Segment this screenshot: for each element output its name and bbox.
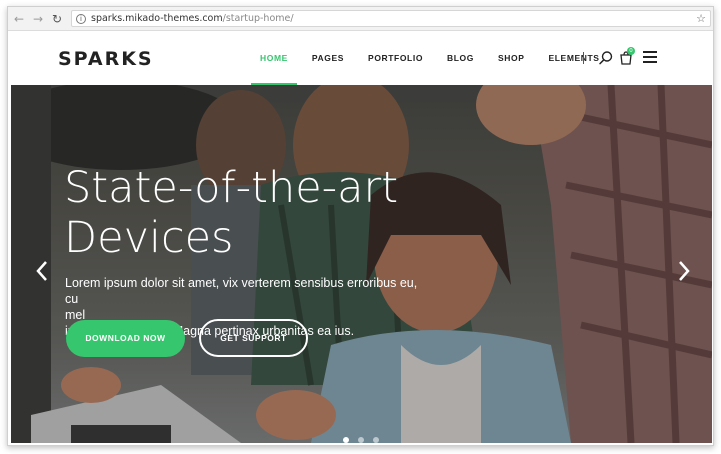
slider-dot-2[interactable] [358, 437, 364, 443]
main-menu: HOME PAGES PORTFOLIO BLOG SHOP ELEMENTS [251, 31, 624, 85]
back-arrow-icon[interactable]: ← [11, 11, 27, 27]
hero-title-line-2: Devices [64, 213, 234, 263]
slider-next-arrow-icon[interactable] [677, 260, 691, 282]
menu-item-home[interactable]: HOME [251, 31, 297, 85]
address-bar[interactable]: i sparks.mikado-themes.com/startup-home/… [71, 10, 711, 27]
bookmark-star-icon[interactable]: ☆ [696, 12, 706, 25]
slider-dot-1[interactable] [343, 437, 349, 443]
browser-toolbar: ← → ↻ i sparks.mikado-themes.com/startup… [8, 7, 713, 31]
url-host: sparks.mikado-themes.com [91, 13, 223, 24]
menu-item-pages[interactable]: PAGES [312, 31, 344, 85]
menu-item-elements[interactable]: ELEMENTS [549, 31, 600, 85]
menu-divider [583, 52, 584, 64]
browser-window: ← → ↻ i sparks.mikado-themes.com/startup… [7, 6, 714, 446]
reload-icon[interactable]: ↻ [49, 11, 65, 27]
site-info-icon[interactable]: i [76, 13, 86, 24]
cart-count-badge: 0 [627, 47, 635, 55]
hero-text-line-1: Lorem ipsum dolor sit amet, vix verterem… [65, 276, 418, 306]
slider-pagination [343, 437, 388, 443]
cart-icon[interactable]: 0 [619, 47, 635, 66]
menu-item-portfolio[interactable]: PORTFOLIO [368, 31, 423, 85]
slider-dot-3[interactable] [373, 437, 379, 443]
hamburger-menu-icon[interactable] [643, 51, 657, 63]
hero-slider: State-of-the-art Devices Lorem ipsum dol… [11, 85, 712, 443]
forward-arrow-icon[interactable]: → [30, 11, 46, 27]
site-logo[interactable]: SPARKS [58, 48, 154, 70]
menu-item-shop[interactable]: SHOP [498, 31, 525, 85]
hero-title: State-of-the-art Devices [64, 163, 484, 263]
get-support-button[interactable]: GET SUPPORT [199, 319, 308, 357]
menu-item-blog[interactable]: BLOG [447, 31, 474, 85]
site-header: SPARKS HOME PAGES PORTFOLIO BLOG SHOP EL… [8, 31, 713, 85]
hero-title-line-1: State-of-the-art [64, 163, 399, 213]
download-now-button[interactable]: DOWNLOAD NOW [66, 320, 185, 357]
hero-background-photo [11, 85, 712, 443]
url-path: /startup-home/ [222, 13, 294, 24]
search-icon[interactable] [598, 50, 614, 66]
slider-prev-arrow-icon[interactable] [35, 260, 49, 282]
url-text: sparks.mikado-themes.com/startup-home/ [91, 13, 294, 24]
